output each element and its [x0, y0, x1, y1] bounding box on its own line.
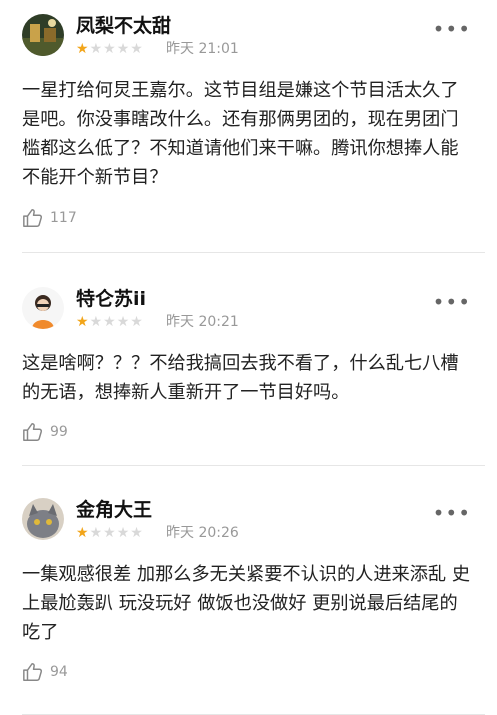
star-rating: ★★★★★ [76, 41, 144, 57]
thumbs-up-icon [23, 423, 43, 441]
more-options-icon[interactable]: ••• [433, 19, 471, 39]
star-filled-icon: ★ [76, 41, 90, 57]
avatar[interactable] [22, 498, 64, 540]
star-empty-icon: ★ [103, 525, 117, 541]
star-empty-icon: ★ [103, 314, 117, 330]
star-empty-icon: ★ [130, 41, 144, 57]
star-empty-icon: ★ [130, 314, 144, 330]
review-card: 金角大王 ★★★★★ 昨天 20:26 ••• 一集观感很差 加那么多无关紧要不… [0, 466, 497, 715]
review-text: 一集观感很差 加那么多无关紧要不认识的人进来添乱 史上最尬轰趴 玩没玩好 做饭也… [22, 564, 471, 643]
more-options-icon[interactable]: ••• [433, 292, 471, 312]
like-count: 94 [50, 664, 68, 680]
star-rating: ★★★★★ [76, 314, 144, 330]
more-options-icon[interactable]: ••• [433, 503, 471, 523]
star-empty-icon: ★ [130, 525, 144, 541]
username[interactable]: 凤梨不太甜 [76, 14, 171, 38]
like-button[interactable]: 117 [22, 207, 77, 229]
username[interactable]: 金角大王 [76, 498, 152, 522]
review-card: 凤梨不太甜 ★★★★★ 昨天 21:01 ••• 一星打给何炅王嘉尔。这节目组是… [0, 0, 497, 253]
username[interactable]: 特仑苏ii [76, 287, 146, 311]
review-header: 凤梨不太甜 ★★★★★ 昨天 21:01 ••• [22, 12, 475, 66]
star-empty-icon: ★ [89, 525, 104, 541]
star-empty-icon: ★ [116, 314, 131, 330]
star-filled-icon: ★ [76, 314, 90, 330]
star-empty-icon: ★ [116, 525, 131, 541]
like-button[interactable]: 94 [22, 661, 68, 683]
review-header: 特仑苏ii ★★★★★ 昨天 20:21 ••• [22, 285, 475, 339]
like-count: 117 [50, 210, 77, 226]
avatar[interactable] [22, 287, 64, 329]
star-filled-icon: ★ [76, 525, 90, 541]
star-empty-icon: ★ [116, 41, 131, 57]
like-button[interactable]: 99 [22, 421, 68, 443]
review-time: 昨天 20:26 [166, 525, 239, 541]
star-empty-icon: ★ [89, 314, 104, 330]
star-empty-icon: ★ [89, 41, 104, 57]
review-text: 这是啥啊？？？不给我搞回去我不看了，什么乱七八槽的无语，想捧新人重新开了一节目好… [22, 353, 459, 403]
like-count: 99 [50, 424, 68, 440]
thumbs-up-icon [23, 209, 43, 227]
avatar[interactable] [22, 14, 64, 56]
review-text: 一星打给何炅王嘉尔。这节目组是嫌这个节目活太久了是吧。你没事瞎改什么。还有那俩男… [22, 80, 459, 188]
review-time: 昨天 21:01 [166, 41, 239, 57]
star-empty-icon: ★ [103, 41, 117, 57]
review-card: 特仑苏ii ★★★★★ 昨天 20:21 ••• 这是啥啊？？？不给我搞回去我不… [0, 253, 497, 466]
review-time: 昨天 20:21 [166, 314, 239, 330]
thumbs-up-icon [23, 663, 43, 681]
review-header: 金角大王 ★★★★★ 昨天 20:26 ••• [22, 496, 475, 550]
star-rating: ★★★★★ [76, 525, 144, 541]
